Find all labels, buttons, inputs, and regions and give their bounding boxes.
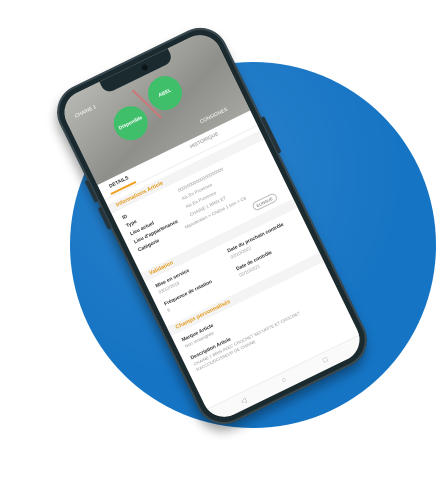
field-label-id: ID <box>121 213 129 222</box>
home-icon[interactable]: ○ <box>281 376 288 384</box>
photo-top-label: CHAINE 1 <box>74 104 98 120</box>
status-bubble-available[interactable]: Disponible <box>107 100 154 146</box>
field-value-rotation: 6 <box>166 307 171 313</box>
recent-apps-icon[interactable]: □ <box>322 356 329 364</box>
back-icon[interactable]: ◁ <box>239 396 248 406</box>
front-camera-icon <box>140 63 149 72</box>
status-bubble-user[interactable]: ABEL <box>142 70 188 116</box>
